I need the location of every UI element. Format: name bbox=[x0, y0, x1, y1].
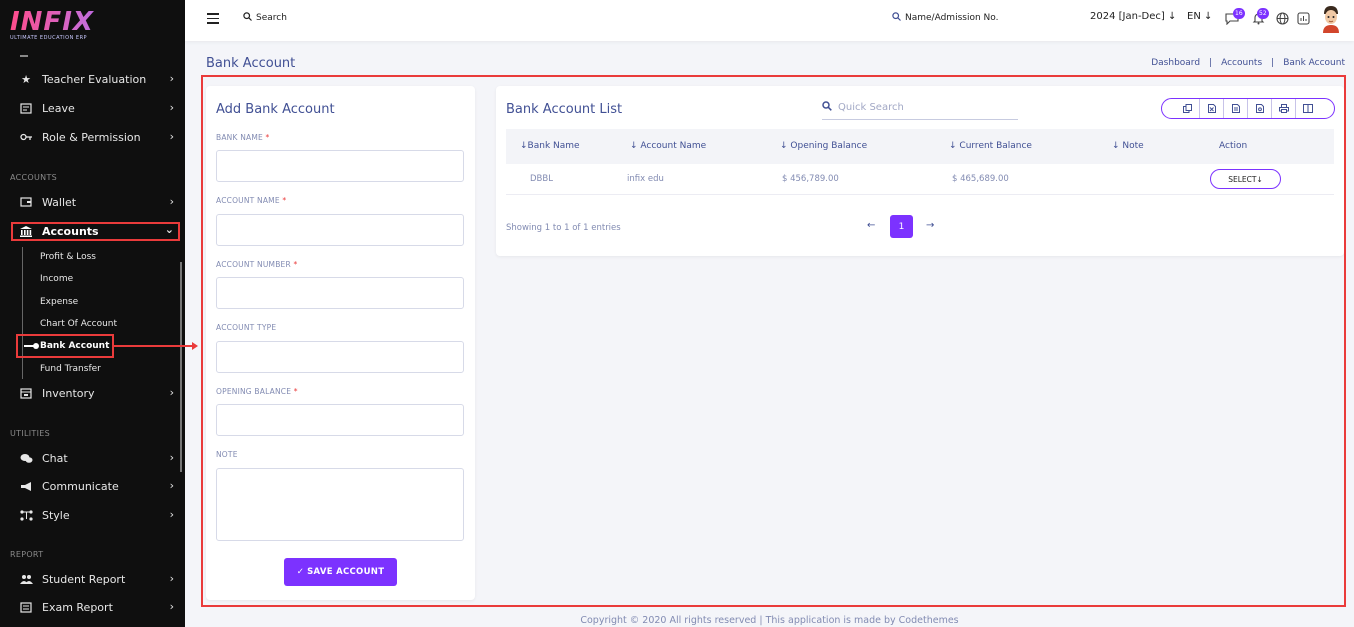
name-search-label: Name/Admission No. bbox=[905, 13, 999, 23]
report-icon bbox=[18, 600, 34, 614]
logo-text: INFIX bbox=[10, 8, 160, 36]
sidebar-item-role-permission[interactable]: Role & Permission › bbox=[18, 126, 178, 148]
sidebar-item-label: Student Report bbox=[42, 572, 126, 586]
hamburger-menu-icon[interactable] bbox=[207, 13, 219, 24]
leave-icon bbox=[18, 101, 34, 115]
chevron-right-icon: › bbox=[169, 130, 174, 143]
chevron-right-icon: › bbox=[169, 508, 174, 521]
sidebar-subitem-chart-of-account[interactable]: Chart Of Account bbox=[40, 319, 117, 329]
sidebar-item-teacher-evaluation[interactable]: ★ Teacher Evaluation › bbox=[18, 68, 178, 90]
arrow-down-icon: ↓ bbox=[1204, 11, 1213, 22]
sidebar-section-accounts: ACCOUNTS bbox=[10, 173, 58, 182]
sidebar-item-label: Leave bbox=[42, 101, 75, 115]
sidebar-item-label: Chat bbox=[42, 451, 68, 465]
chevron-right-icon: › bbox=[169, 195, 174, 208]
sidebar-scrollbar[interactable] bbox=[180, 262, 182, 472]
sidebar-item-label: Communicate bbox=[42, 479, 119, 493]
chevron-right-icon: › bbox=[169, 600, 174, 613]
chevron-right-icon: › bbox=[169, 101, 174, 114]
star-icon: ★ bbox=[21, 72, 31, 86]
name-admission-search[interactable]: Name/Admission No. bbox=[892, 12, 998, 24]
content-highlight-box bbox=[201, 75, 1346, 607]
wallet-icon bbox=[18, 195, 34, 209]
top-search-label: Search bbox=[256, 13, 287, 23]
search-icon bbox=[892, 12, 901, 24]
style-icon bbox=[18, 508, 34, 522]
arrow-down-icon: ↓ bbox=[1168, 11, 1177, 22]
key-icon bbox=[18, 130, 34, 144]
sidebar-item-exam-report[interactable]: Exam Report › bbox=[18, 596, 178, 618]
notifications-badge: 52 bbox=[1257, 8, 1269, 19]
chevron-right-icon: › bbox=[169, 386, 174, 399]
session-label: 2024 [Jan-Dec] bbox=[1090, 11, 1165, 22]
sidebar-item-label: Style bbox=[42, 508, 70, 522]
inventory-icon bbox=[18, 386, 34, 400]
globe-icon[interactable] bbox=[1275, 12, 1289, 26]
sidebar-item-label: Exam Report bbox=[42, 600, 113, 614]
analytics-icon[interactable] bbox=[1296, 12, 1310, 26]
sidebar-item-wallet[interactable]: Wallet › bbox=[18, 191, 178, 213]
top-bar: Search Name/Admission No. 2024 [Jan-Dec]… bbox=[185, 0, 1354, 41]
session-selector[interactable]: 2024 [Jan-Dec] ↓ bbox=[1090, 11, 1176, 22]
megaphone-icon bbox=[18, 479, 34, 493]
sidebar-item-label: Teacher Evaluation bbox=[42, 72, 147, 86]
messages-badge: 16 bbox=[1233, 8, 1245, 19]
collapsed-item-indicator bbox=[20, 55, 28, 57]
footer-copyright: Copyright © 2020 All rights reserved | T… bbox=[580, 615, 959, 626]
submenu-rail bbox=[22, 247, 23, 379]
chat-icon bbox=[18, 451, 34, 465]
sidebar-item-style[interactable]: Style › bbox=[18, 504, 178, 526]
breadcrumb-accounts[interactable]: Accounts bbox=[1221, 58, 1262, 68]
sidebar-section-report: REPORT bbox=[10, 550, 44, 559]
logo-subtitle: ULTIMATE EDUCATION ERP bbox=[10, 35, 88, 41]
sidebar-item-leave[interactable]: Leave › bbox=[18, 97, 178, 119]
page-title: Bank Account bbox=[206, 56, 296, 71]
user-avatar[interactable] bbox=[1321, 5, 1341, 33]
sidebar-item-label: Role & Permission bbox=[42, 130, 141, 144]
sidebar-item-inventory[interactable]: Inventory › bbox=[18, 382, 178, 404]
sidebar-item-label: Inventory bbox=[42, 386, 95, 400]
sidebar-subitem-expense[interactable]: Expense bbox=[40, 297, 78, 307]
sidebar-subitem-profit-loss[interactable]: Profit & Loss bbox=[40, 252, 96, 262]
sidebar-item-label: Wallet bbox=[42, 195, 77, 209]
sidebar-section-utilities: UTILITIES bbox=[10, 429, 50, 438]
chevron-right-icon: › bbox=[169, 572, 174, 585]
chevron-right-icon: › bbox=[169, 72, 174, 85]
users-icon bbox=[18, 572, 34, 586]
search-icon bbox=[243, 12, 252, 24]
sidebar-item-student-report[interactable]: Student Report › bbox=[18, 568, 178, 590]
top-search[interactable]: Search bbox=[243, 12, 287, 24]
sidebar-item-chat[interactable]: Chat › bbox=[18, 447, 178, 469]
sidebar: INFIX ULTIMATE EDUCATION ERP ★ Teacher E… bbox=[0, 0, 185, 627]
chevron-right-icon: › bbox=[169, 451, 174, 464]
annotation-arrow-line bbox=[114, 345, 194, 347]
language-selector[interactable]: EN ↓ bbox=[1187, 11, 1212, 22]
accounts-highlight-box bbox=[11, 222, 180, 241]
language-label: EN bbox=[1187, 11, 1201, 22]
breadcrumb-dashboard[interactable]: Dashboard bbox=[1151, 58, 1200, 68]
breadcrumb-separator: | bbox=[1271, 58, 1275, 68]
sidebar-subitem-income[interactable]: Income bbox=[40, 274, 73, 284]
annotation-arrow-head bbox=[192, 342, 198, 350]
chevron-right-icon: › bbox=[169, 479, 174, 492]
breadcrumb-separator: | bbox=[1209, 58, 1213, 68]
breadcrumb-bank-account[interactable]: Bank Account bbox=[1283, 58, 1345, 68]
bank-account-highlight-box bbox=[16, 334, 114, 358]
breadcrumb: Dashboard | Accounts | Bank Account bbox=[1151, 58, 1345, 68]
sidebar-item-communicate[interactable]: Communicate › bbox=[18, 475, 178, 497]
sidebar-subitem-fund-transfer[interactable]: Fund Transfer bbox=[40, 364, 101, 374]
app-logo[interactable]: INFIX ULTIMATE EDUCATION ERP bbox=[10, 8, 160, 44]
